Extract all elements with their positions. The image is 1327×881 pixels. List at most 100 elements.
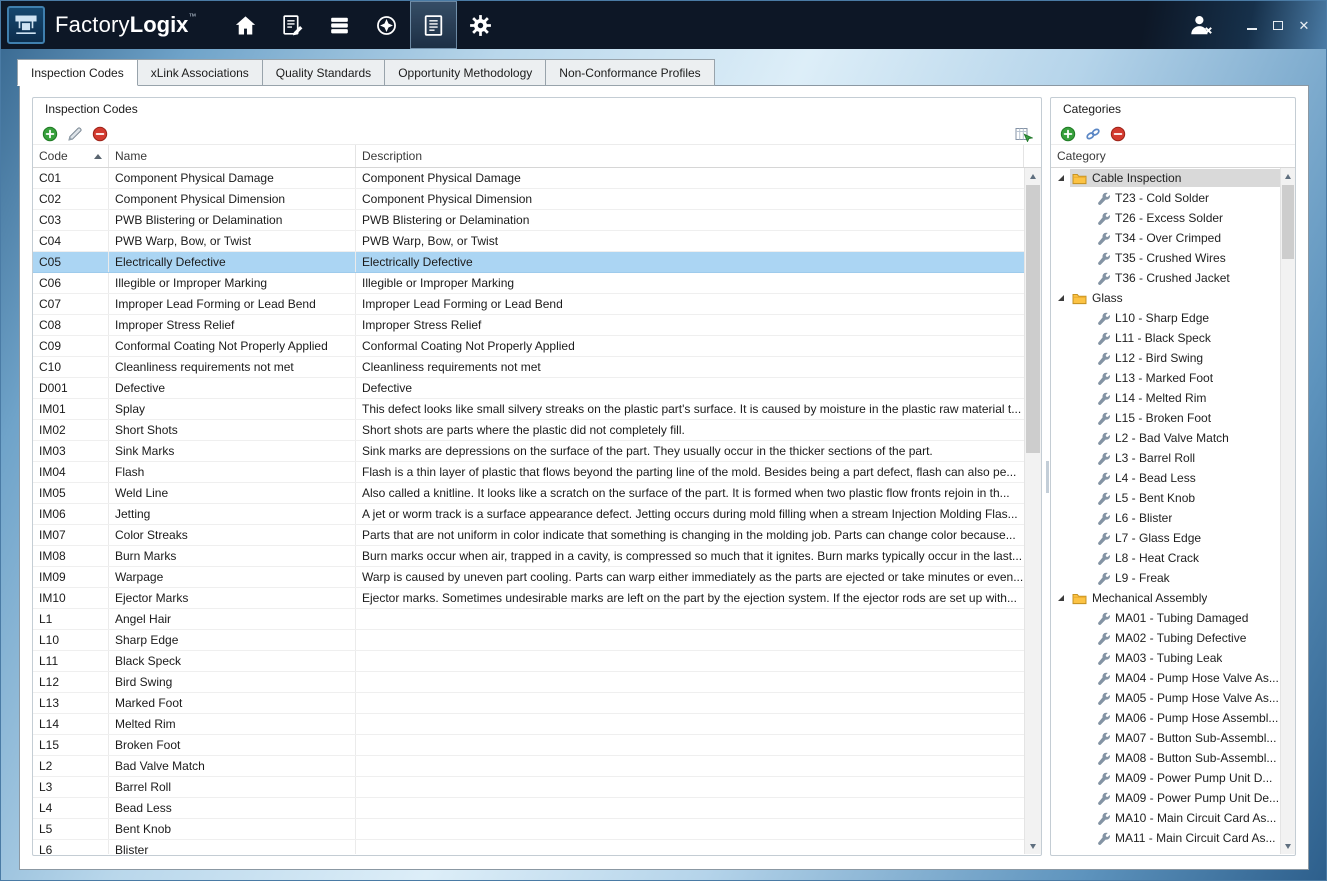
column-header-name[interactable]: Name (109, 145, 356, 167)
tree-item-ma05-pump-hose-valve-as[interactable]: MA05 - Pump Hose Valve As... (1051, 688, 1280, 708)
inspection-row-c09[interactable]: C09Conformal Coating Not Properly Applie… (33, 336, 1024, 357)
tab-xlink-associations[interactable]: xLink Associations (137, 59, 263, 86)
inspection-row-c02[interactable]: C02Component Physical DimensionComponent… (33, 189, 1024, 210)
inspection-scrollbar[interactable] (1024, 168, 1041, 854)
inspection-row-l3[interactable]: L3Barrel Roll (33, 777, 1024, 798)
tree-item-l9-freak[interactable]: L9 - Freak (1051, 568, 1280, 588)
column-header-description[interactable]: Description (356, 145, 1024, 167)
tree-item-l5-bent-knob[interactable]: L5 - Bent Knob (1051, 488, 1280, 508)
nav-home[interactable] (222, 1, 269, 49)
inspection-row-l1[interactable]: L1Angel Hair (33, 609, 1024, 630)
inspection-row-im04[interactable]: IM04FlashFlash is a thin layer of plasti… (33, 462, 1024, 483)
tree-item-t26-excess-solder[interactable]: T26 - Excess Solder (1051, 208, 1280, 228)
tree-item-ma04-pump-hose-valve-as[interactable]: MA04 - Pump Hose Valve As... (1051, 668, 1280, 688)
inspection-row-l4[interactable]: L4Bead Less (33, 798, 1024, 819)
scroll-down-button[interactable] (1025, 838, 1041, 854)
inspection-row-im07[interactable]: IM07Color StreaksParts that are not unif… (33, 525, 1024, 546)
tree-item-ma06-pump-hose-assembl[interactable]: MA06 - Pump Hose Assembl... (1051, 708, 1280, 728)
tree-item-l2-bad-valve-match[interactable]: L2 - Bad Valve Match (1051, 428, 1280, 448)
add-category-button[interactable] (1059, 125, 1077, 143)
scroll-up-button[interactable] (1025, 168, 1041, 184)
tree-item-l4-bead-less[interactable]: L4 - Bead Less (1051, 468, 1280, 488)
tree-item-l13-marked-foot[interactable]: L13 - Marked Foot (1051, 368, 1280, 388)
tree-item-t36-crushed-jacket[interactable]: T36 - Crushed Jacket (1051, 268, 1280, 288)
tree-item-ma01-tubing-damaged[interactable]: MA01 - Tubing Damaged (1051, 608, 1280, 628)
inspection-row-c01[interactable]: C01Component Physical DamageComponent Ph… (33, 168, 1024, 189)
expander-icon[interactable] (1058, 175, 1070, 181)
edit-code-button[interactable] (66, 125, 84, 143)
inspection-row-c07[interactable]: C07Improper Lead Forming or Lead BendImp… (33, 294, 1024, 315)
tree-item-ma02-tubing-defective[interactable]: MA02 - Tubing Defective (1051, 628, 1280, 648)
column-header-code[interactable]: Code (33, 145, 109, 167)
scrollbar-thumb[interactable] (1026, 185, 1040, 453)
maximize-button[interactable] (1268, 15, 1288, 35)
inspection-row-c05[interactable]: C05Electrically DefectiveElectrically De… (33, 252, 1024, 273)
inspection-row-d001[interactable]: D001DefectiveDefective (33, 378, 1024, 399)
inspection-row-c06[interactable]: C06Illegible or Improper MarkingIllegibl… (33, 273, 1024, 294)
link-category-button[interactable] (1084, 125, 1102, 143)
tree-item-ma07-button-sub-assembl[interactable]: MA07 - Button Sub-Assembl... (1051, 728, 1280, 748)
inspection-row-l10[interactable]: L10Sharp Edge (33, 630, 1024, 651)
tree-item-t23-cold-solder[interactable]: T23 - Cold Solder (1051, 188, 1280, 208)
tree-item-ma11-main-circuit-card-as[interactable]: MA11 - Main Circuit Card As... (1051, 828, 1280, 848)
expander-icon[interactable] (1058, 295, 1070, 301)
inspection-row-l14[interactable]: L14Melted Rim (33, 714, 1024, 735)
tree-item-l3-barrel-roll[interactable]: L3 - Barrel Roll (1051, 448, 1280, 468)
tree-item-l6-blister[interactable]: L6 - Blister (1051, 508, 1280, 528)
inspection-row-im01[interactable]: IM01SplayThis defect looks like small si… (33, 399, 1024, 420)
inspection-row-l12[interactable]: L12Bird Swing (33, 672, 1024, 693)
inspection-row-im09[interactable]: IM09WarpageWarp is caused by uneven part… (33, 567, 1024, 588)
category-column-header[interactable]: Category (1051, 144, 1295, 168)
remove-code-button[interactable] (91, 125, 109, 143)
tree-group-cable-inspection[interactable]: Cable Inspection (1051, 168, 1280, 188)
tree-item-ma03-tubing-leak[interactable]: MA03 - Tubing Leak (1051, 648, 1280, 668)
inspection-row-im06[interactable]: IM06JettingA jet or worm track is a surf… (33, 504, 1024, 525)
tree-item-ma09-power-pump-unit-de[interactable]: MA09 - Power Pump Unit De... (1051, 788, 1280, 808)
tree-item-t34-over-crimped[interactable]: T34 - Over Crimped (1051, 228, 1280, 248)
close-button[interactable]: ✕ (1294, 15, 1314, 35)
inspection-row-im02[interactable]: IM02Short ShotsShort shots are parts whe… (33, 420, 1024, 441)
categories-scrollbar[interactable] (1280, 168, 1295, 854)
tree-group-glass[interactable]: Glass (1051, 288, 1280, 308)
scroll-up-button[interactable] (1281, 168, 1295, 184)
sign-out-button[interactable] (1188, 12, 1214, 38)
remove-category-button[interactable] (1109, 125, 1127, 143)
tree-item-l7-glass-edge[interactable]: L7 - Glass Edge (1051, 528, 1280, 548)
tree-item-l8-heat-crack[interactable]: L8 - Heat Crack (1051, 548, 1280, 568)
tree-item-l10-sharp-edge[interactable]: L10 - Sharp Edge (1051, 308, 1280, 328)
inspection-row-c08[interactable]: C08Improper Stress ReliefImproper Stress… (33, 315, 1024, 336)
inspection-row-im10[interactable]: IM10Ejector MarksEjector marks. Sometime… (33, 588, 1024, 609)
tab-non-conformance-profiles[interactable]: Non-Conformance Profiles (545, 59, 714, 86)
inspection-row-c04[interactable]: C04PWB Warp, Bow, or TwistPWB Warp, Bow,… (33, 231, 1024, 252)
tree-item-t35-crushed-wires[interactable]: T35 - Crushed Wires (1051, 248, 1280, 268)
inspection-row-l13[interactable]: L13Marked Foot (33, 693, 1024, 714)
inspection-row-im03[interactable]: IM03Sink MarksSink marks are depressions… (33, 441, 1024, 462)
inspection-row-l6[interactable]: L6Blister (33, 840, 1024, 854)
inspection-row-l11[interactable]: L11Black Speck (33, 651, 1024, 672)
tree-item-l12-bird-swing[interactable]: L12 - Bird Swing (1051, 348, 1280, 368)
nav-materials[interactable] (316, 1, 363, 49)
nav-npi[interactable] (363, 1, 410, 49)
inspection-row-l5[interactable]: L5Bent Knob (33, 819, 1024, 840)
tab-opportunity-methodology[interactable]: Opportunity Methodology (384, 59, 546, 86)
inspection-row-l15[interactable]: L15Broken Foot (33, 735, 1024, 756)
inspection-row-c03[interactable]: C03PWB Blistering or DelaminationPWB Bli… (33, 210, 1024, 231)
tree-item-l15-broken-foot[interactable]: L15 - Broken Foot (1051, 408, 1280, 428)
tree-item-ma08-button-sub-assembl[interactable]: MA08 - Button Sub-Assembl... (1051, 748, 1280, 768)
nav-settings[interactable] (457, 1, 504, 49)
inspection-row-im05[interactable]: IM05Weld LineAlso called a knitline. It … (33, 483, 1024, 504)
tree-item-ma10-main-circuit-card-as[interactable]: MA10 - Main Circuit Card As... (1051, 808, 1280, 828)
add-code-button[interactable] (41, 125, 59, 143)
nav-work-instructions[interactable] (269, 1, 316, 49)
tree-item-ma09-power-pump-unit-d[interactable]: MA09 - Power Pump Unit D... (1051, 768, 1280, 788)
minimize-button[interactable] (1242, 15, 1262, 35)
inspection-row-c10[interactable]: C10Cleanliness requirements not metClean… (33, 357, 1024, 378)
tab-quality-standards[interactable]: Quality Standards (262, 59, 385, 86)
inspection-row-l2[interactable]: L2Bad Valve Match (33, 756, 1024, 777)
scroll-down-button[interactable] (1281, 838, 1295, 854)
tree-item-l14-melted-rim[interactable]: L14 - Melted Rim (1051, 388, 1280, 408)
nav-quality-reports[interactable] (410, 1, 457, 49)
tree-item-l11-black-speck[interactable]: L11 - Black Speck (1051, 328, 1280, 348)
inspection-row-im08[interactable]: IM08Burn MarksBurn marks occur when air,… (33, 546, 1024, 567)
tree-group-mechanical-assembly[interactable]: Mechanical Assembly (1051, 588, 1280, 608)
